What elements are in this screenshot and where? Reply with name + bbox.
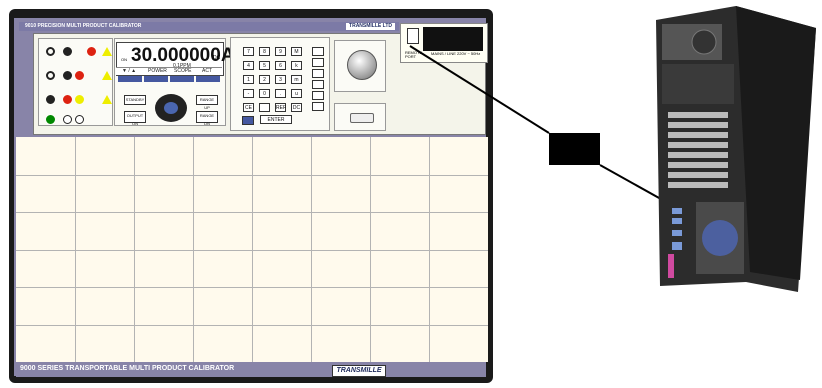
- interface-converter-box: [549, 133, 600, 165]
- fan-grille: [691, 29, 717, 55]
- cable-segment-upper: [409, 45, 550, 134]
- fan-icon: [702, 220, 738, 256]
- pc-tower: [656, 6, 816, 292]
- audio-port: [668, 254, 674, 278]
- rear-vent: [662, 64, 734, 104]
